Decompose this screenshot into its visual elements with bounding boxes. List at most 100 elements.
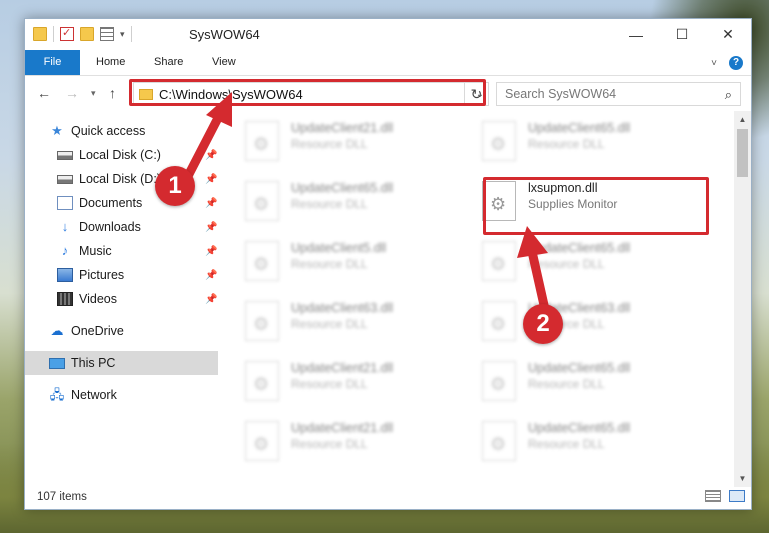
up-arrow-icon[interactable]: ↑ bbox=[109, 85, 116, 101]
view-icon[interactable] bbox=[100, 27, 114, 41]
file-item[interactable]: UpdateClient21.dll Resource DLL bbox=[219, 359, 449, 415]
details-view-icon[interactable] bbox=[705, 490, 721, 502]
help-icon[interactable]: ? bbox=[729, 56, 743, 70]
item-count: 107 items bbox=[37, 491, 87, 503]
status-bar: 107 items bbox=[25, 485, 751, 509]
file-name: UpdateClient21.dll bbox=[291, 121, 394, 135]
ribbon-right-controls: ˅ ? bbox=[711, 56, 743, 70]
file-item[interactable]: UpdateClient5.dll Resource DLL bbox=[219, 239, 449, 295]
close-button[interactable]: ✕ bbox=[705, 19, 751, 50]
file-name: UpdateClient63.dll bbox=[291, 301, 394, 315]
search-input[interactable]: Search SysWOW64 ⌕ bbox=[496, 82, 741, 106]
properties-icon[interactable] bbox=[60, 26, 74, 41]
file-item[interactable]: UpdateClient63.dll Resource DLL bbox=[456, 299, 686, 355]
file-description: Resource DLL bbox=[291, 377, 368, 391]
expand-ribbon-icon[interactable]: ˅ bbox=[711, 58, 717, 69]
file-item[interactable]: UpdateClient65.dll Resource DLL bbox=[219, 179, 449, 235]
sidebar-item-pictures[interactable]: Pictures 📌 bbox=[25, 263, 218, 287]
pin-icon[interactable]: 📌 bbox=[205, 222, 217, 233]
sidebar-item-label: Videos bbox=[79, 292, 117, 306]
dll-file-icon bbox=[482, 301, 516, 341]
dll-file-icon bbox=[245, 121, 279, 161]
pin-icon[interactable]: 📌 bbox=[205, 174, 217, 185]
maximize-button[interactable]: ☐ bbox=[659, 19, 705, 50]
customize-toolbar-icon[interactable]: ▾ bbox=[120, 29, 125, 40]
file-name: UpdateClient21.dll bbox=[291, 361, 394, 375]
step-2-badge: 2 bbox=[523, 304, 563, 344]
vertical-scrollbar[interactable]: ▲ ▼ bbox=[734, 111, 751, 487]
pin-icon[interactable]: 📌 bbox=[205, 294, 217, 305]
file-name: UpdateClient65.dll bbox=[528, 121, 631, 135]
documents-icon bbox=[57, 196, 73, 210]
dll-file-icon bbox=[482, 241, 516, 281]
dll-file-icon bbox=[245, 361, 279, 401]
drive-icon bbox=[57, 150, 73, 160]
file-list: UpdateClient21.dll Resource DLL UpdateCl… bbox=[219, 117, 735, 487]
tab-home[interactable]: Home bbox=[84, 50, 137, 75]
tab-view[interactable]: View bbox=[200, 50, 248, 75]
new-folder-icon[interactable] bbox=[80, 27, 94, 41]
search-icon: ⌕ bbox=[724, 87, 732, 102]
file-name: UpdateClient65.dll bbox=[528, 421, 631, 435]
sidebar-item-local-disk-c[interactable]: Local Disk (C:) 📌 bbox=[25, 143, 218, 167]
step-1-badge: 1 bbox=[155, 166, 195, 206]
toolbar-divider bbox=[130, 26, 132, 42]
sidebar-item-label: This PC bbox=[71, 356, 116, 370]
sidebar-item-downloads[interactable]: ↓ Downloads 📌 bbox=[25, 215, 218, 239]
dll-file-icon bbox=[482, 121, 516, 161]
quick-access-toolbar: ▾ bbox=[33, 26, 132, 42]
file-item[interactable]: UpdateClient65.dll Resource DLL bbox=[456, 239, 686, 295]
window-title: SysWOW64 bbox=[189, 27, 260, 42]
file-item[interactable]: UpdateClient21.dll Resource DLL bbox=[219, 119, 449, 175]
scroll-up-icon[interactable]: ▲ bbox=[734, 111, 751, 128]
window-controls: — ☐ ✕ bbox=[613, 19, 751, 50]
file-name: UpdateClient65.dll bbox=[528, 241, 631, 255]
file-description: Resource DLL bbox=[528, 437, 605, 451]
file-description: Resource DLL bbox=[528, 137, 605, 151]
music-icon: ♪ bbox=[61, 243, 69, 258]
file-item[interactable]: UpdateClient65.dll Resource DLL bbox=[456, 419, 686, 475]
dll-file-icon bbox=[482, 421, 516, 461]
sidebar-item-onedrive[interactable]: ☁ OneDrive bbox=[25, 319, 218, 343]
videos-icon bbox=[57, 292, 73, 306]
file-description: Resource DLL bbox=[291, 197, 368, 211]
scroll-thumb[interactable] bbox=[737, 129, 748, 177]
sidebar-item-label: Network bbox=[71, 388, 117, 402]
pin-icon[interactable]: 📌 bbox=[205, 198, 217, 209]
tab-share[interactable]: Share bbox=[142, 50, 195, 75]
sidebar-item-label: Music bbox=[79, 244, 112, 258]
large-icons-view-icon[interactable] bbox=[729, 490, 745, 502]
file-item[interactable]: UpdateClient21.dll Resource DLL bbox=[219, 419, 449, 475]
dll-file-icon bbox=[245, 181, 279, 221]
sidebar-item-quick-access[interactable]: ★ Quick access bbox=[25, 119, 218, 143]
sidebar-item-label: Local Disk (D:) bbox=[79, 172, 161, 186]
file-item[interactable]: UpdateClient65.dll Resource DLL bbox=[456, 119, 686, 175]
sidebar-item-label: Pictures bbox=[79, 268, 125, 282]
forward-arrow-icon[interactable]: → bbox=[65, 85, 79, 101]
sidebar-item-music[interactable]: ♪ Music 📌 bbox=[25, 239, 218, 263]
minimize-button[interactable]: — bbox=[613, 19, 659, 50]
tab-file[interactable]: File bbox=[25, 50, 80, 75]
sidebar-item-this-pc[interactable]: This PC bbox=[25, 351, 218, 375]
dll-file-icon bbox=[482, 361, 516, 401]
file-description: Resource DLL bbox=[291, 317, 368, 331]
navigation-bar: ← → ▾ ↑ C:\Windows\SysWOW64 ⌄ ↻ Search S… bbox=[25, 77, 751, 110]
file-item[interactable]: UpdateClient65.dll Resource DLL bbox=[456, 359, 686, 415]
pin-icon[interactable]: 📌 bbox=[205, 270, 217, 281]
sidebar-item-label: Quick access bbox=[71, 124, 146, 138]
sidebar-item-label: Downloads bbox=[79, 220, 141, 234]
pin-icon[interactable]: 📌 bbox=[205, 150, 217, 161]
onedrive-icon: ☁ bbox=[50, 323, 64, 338]
pin-icon[interactable]: 📌 bbox=[205, 246, 217, 257]
file-item[interactable]: UpdateClient63.dll Resource DLL bbox=[219, 299, 449, 355]
back-arrow-icon[interactable]: ← bbox=[37, 85, 51, 101]
network-icon: 🖧 bbox=[49, 387, 65, 402]
file-description: Resource DLL bbox=[291, 437, 368, 451]
sidebar-item-network[interactable]: 🖧 Network bbox=[25, 383, 218, 407]
sidebar-item-videos[interactable]: Videos 📌 bbox=[25, 287, 218, 311]
file-description: Resource DLL bbox=[528, 377, 605, 391]
search-placeholder: Search SysWOW64 bbox=[505, 87, 617, 101]
recent-locations-icon[interactable]: ▾ bbox=[91, 88, 96, 99]
sidebar-item-label: OneDrive bbox=[71, 324, 124, 338]
file-name: UpdateClient65.dll bbox=[528, 361, 631, 375]
